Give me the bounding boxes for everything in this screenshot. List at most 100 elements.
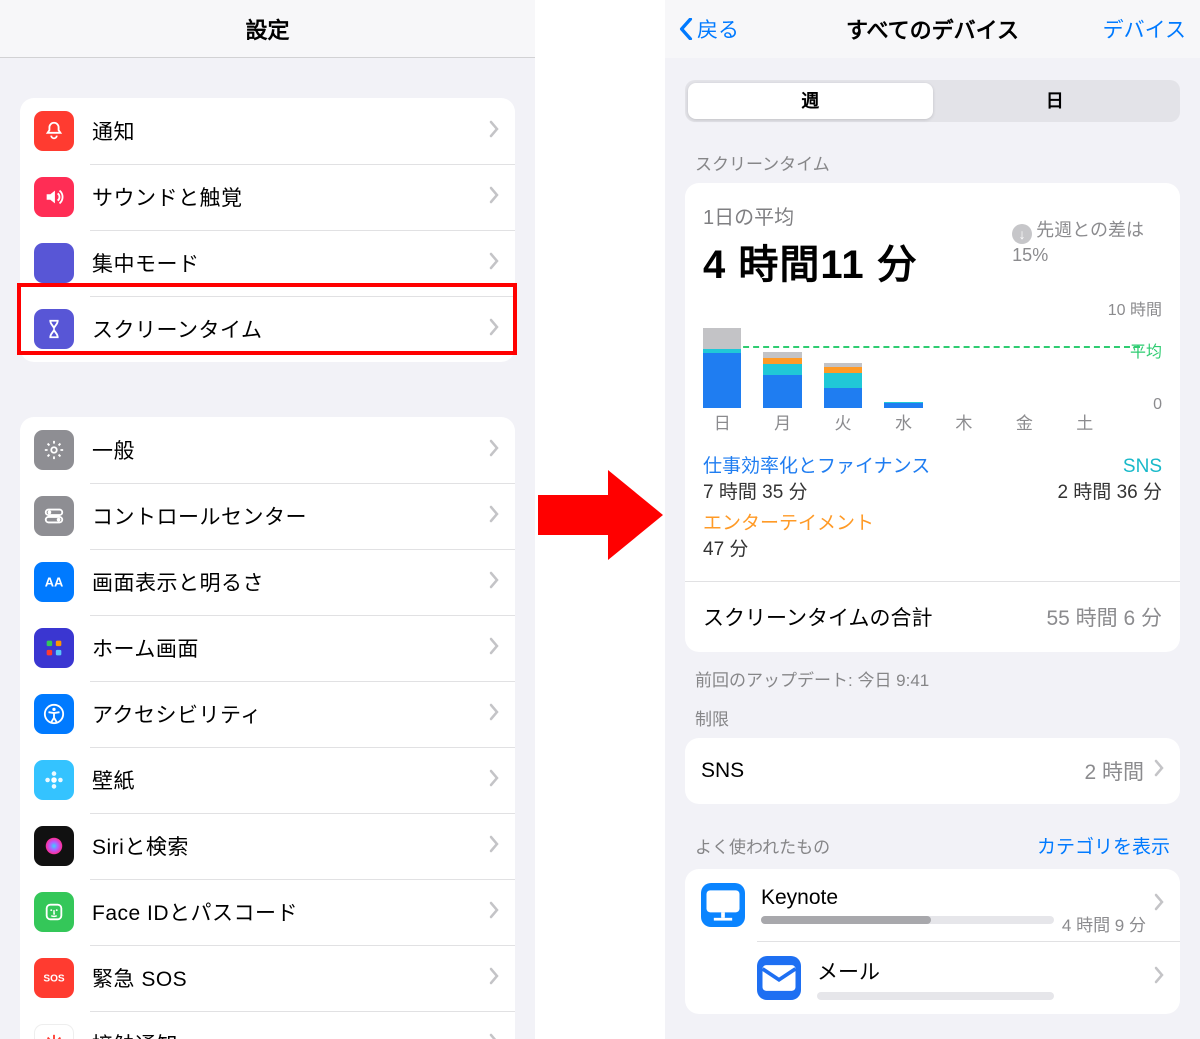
- category-legend: 仕事効率化とファイナンス7 時間 35 分 エンターテイメント47 分 SNS2…: [703, 454, 1162, 563]
- bar-column: [763, 352, 801, 408]
- row-label: 接触通知: [92, 1029, 489, 1039]
- settings-row[interactable]: 通知: [20, 98, 515, 164]
- chevron-right-icon: [489, 186, 499, 209]
- chevron-right-icon: [489, 835, 499, 858]
- devices-button[interactable]: デバイス: [1103, 14, 1186, 44]
- settings-row[interactable]: Siriと検索: [20, 813, 515, 879]
- app-icon: [757, 956, 801, 1000]
- chevron-right-icon: [489, 901, 499, 924]
- settings-row[interactable]: 接触通知: [20, 1011, 515, 1039]
- app-name: メール: [817, 956, 1054, 986]
- settings-row[interactable]: 壁紙: [20, 747, 515, 813]
- chevron-right-icon: [1154, 966, 1164, 989]
- segmented-control[interactable]: 週 日: [685, 80, 1180, 122]
- settings-row[interactable]: 一般: [20, 417, 515, 483]
- bar-segment: [884, 403, 922, 408]
- back-button[interactable]: 戻る: [679, 14, 739, 44]
- settings-row[interactable]: ホーム画面: [20, 615, 515, 681]
- accessibility-icon: [34, 694, 74, 734]
- total-label: スクリーンタイムの合計: [703, 602, 933, 632]
- nav-bar: 戻る すべてのデバイス デバイス: [665, 0, 1200, 58]
- section-header-limits: 制限: [695, 705, 1170, 730]
- chevron-right-icon: [489, 120, 499, 143]
- bar-column: [824, 363, 862, 408]
- faceid-icon: [34, 892, 74, 932]
- y-axis-max: 10 時間: [1108, 296, 1162, 320]
- legend-entertainment-name: エンターテイメント: [703, 513, 874, 534]
- usage-card: 1日の平均 4 時間11 分 ↓先週との差は 15% 10 時間 0 平均 日月…: [685, 183, 1180, 652]
- chevron-right-icon: [1154, 759, 1164, 783]
- row-label: 緊急 SOS: [92, 963, 489, 993]
- sos-icon: SOS: [34, 958, 74, 998]
- settings-row[interactable]: スクリーンタイム: [20, 296, 515, 362]
- last-updated: 前回のアップデート: 今日 9:41: [695, 666, 1170, 691]
- svg-text:AA: AA: [45, 575, 64, 590]
- virus-icon: [34, 1024, 74, 1039]
- row-label: Siriと検索: [92, 831, 489, 861]
- usage-bar: 4 時間 9 分: [761, 916, 1054, 924]
- chevron-right-icon: [489, 703, 499, 726]
- row-label: コントロールセンター: [92, 501, 489, 531]
- day-label: 月: [763, 409, 801, 434]
- y-axis-zero: 0: [1153, 396, 1162, 414]
- chevron-right-icon: [489, 439, 499, 462]
- row-label: 一般: [92, 435, 489, 465]
- settings-group-2: 一般 コントロールセンター AA 画面表示と明るさ ホーム画面 アクセシビリティ: [20, 417, 515, 1039]
- day-label: 火: [824, 409, 862, 434]
- app-icon: [701, 883, 745, 927]
- total-row: スクリーンタイムの合計 55 時間 6 分: [685, 581, 1180, 652]
- average-line-label: 平均: [1130, 338, 1162, 362]
- gear-icon: [34, 430, 74, 470]
- settings-row[interactable]: アクセシビリティ: [20, 681, 515, 747]
- app-name: Keynote: [761, 886, 1054, 910]
- bar-segment: [763, 364, 801, 375]
- app-row[interactable]: Keynote 4 時間 9 分: [685, 869, 1180, 941]
- hourglass-icon: [34, 309, 74, 349]
- row-label: サウンドと触覚: [92, 182, 489, 212]
- most-used-label: よく使われたもの: [695, 833, 830, 858]
- legend-entertainment-value: 47 分: [703, 539, 748, 560]
- bar-segment: [763, 375, 801, 408]
- chevron-right-icon: [489, 769, 499, 792]
- row-label: 画面表示と明るさ: [92, 567, 489, 597]
- settings-row[interactable]: SOS 緊急 SOS: [20, 945, 515, 1011]
- section-header-screentime: スクリーンタイム: [695, 150, 1170, 175]
- most-used-header-row: よく使われたもの カテゴリを表示: [695, 832, 1170, 859]
- row-label: 通知: [92, 116, 489, 146]
- settings-row[interactable]: AA 画面表示と明るさ: [20, 549, 515, 615]
- chevron-right-icon: [489, 1033, 499, 1039]
- most-used-card: Keynote 4 時間 9 分 メール: [685, 869, 1180, 1014]
- settings-row[interactable]: コントロールセンター: [20, 483, 515, 549]
- app-row[interactable]: メール: [757, 941, 1180, 1014]
- nav-bar: 設定: [0, 0, 535, 58]
- limit-row-sns[interactable]: SNS 2 時間: [685, 738, 1180, 804]
- bell-icon: [34, 111, 74, 151]
- row-label: ホーム画面: [92, 633, 489, 663]
- show-categories-link[interactable]: カテゴリを表示: [1037, 832, 1170, 859]
- bar-column: [884, 402, 922, 408]
- chevron-right-icon: [489, 967, 499, 990]
- limit-value: 2 時間: [1084, 756, 1144, 786]
- chevron-right-icon: [489, 637, 499, 660]
- bar-segment: [703, 328, 741, 349]
- segment-week[interactable]: 週: [688, 83, 933, 119]
- legend-productivity-name: 仕事効率化とファイナンス: [703, 456, 930, 477]
- usage-chart: 10 時間 0 平均 日月火水木金土: [703, 304, 1162, 434]
- settings-row[interactable]: サウンドと触覚: [20, 164, 515, 230]
- bar-column: [703, 328, 741, 408]
- settings-screen: 設定 通知 サウンドと触覚 集中モード スクリーンタイム: [0, 0, 535, 1039]
- settings-row[interactable]: Face IDとパスコード: [20, 879, 515, 945]
- chevron-right-icon: [489, 505, 499, 528]
- arrow-icon: [538, 470, 663, 560]
- legend-productivity-value: 7 時間 35 分: [703, 482, 808, 503]
- limit-name: SNS: [701, 759, 1084, 783]
- usage-value: 4 時間 9 分: [1062, 911, 1146, 936]
- row-label: アクセシビリティ: [92, 699, 489, 729]
- settings-row[interactable]: 集中モード: [20, 230, 515, 296]
- day-label: 日: [703, 409, 741, 434]
- grid-icon: [34, 628, 74, 668]
- chevron-right-icon: [489, 571, 499, 594]
- day-label: 木: [945, 409, 983, 434]
- segment-day[interactable]: 日: [933, 83, 1178, 119]
- arrow-down-icon: ↓: [1012, 224, 1032, 244]
